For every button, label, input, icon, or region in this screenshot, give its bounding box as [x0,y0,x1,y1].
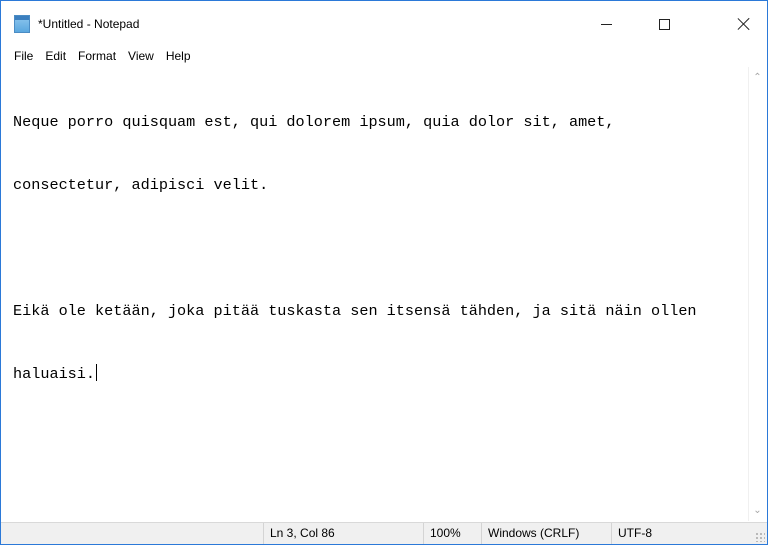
editor-line: consectetur, adipisci velit. [13,175,745,196]
menu-help[interactable]: Help [160,46,197,66]
menu-edit[interactable]: Edit [39,46,72,66]
editor-line-text: consectetur, adipisci velit. [13,176,269,194]
vertical-scrollbar[interactable]: ⌃ ⌄ [748,67,766,521]
scroll-up-icon[interactable]: ⌃ [749,69,766,86]
minimize-icon [600,23,612,25]
editor-line: Eikä ole ketään, joka pitää tuskasta sen… [13,301,745,322]
editor-line: haluaisi. [13,364,745,385]
notepad-icon [14,15,30,33]
editor-line-text: Neque porro quisquam est, qui dolorem ip… [13,113,615,131]
title-bar[interactable]: *Untitled - Notepad [1,1,767,45]
zoom-level: 100% [423,523,481,544]
editor-line-text: Eikä ole ketään, joka pitää tuskasta sen… [13,302,697,320]
maximize-button[interactable] [641,1,687,45]
text-caret [96,364,98,381]
editor-line: Neque porro quisquam est, qui dolorem ip… [13,112,745,133]
close-button[interactable] [721,1,767,45]
close-icon [737,17,751,31]
line-ending: Windows (CRLF) [481,523,611,544]
scroll-down-icon[interactable]: ⌄ [749,502,766,519]
menu-view[interactable]: View [122,46,160,66]
editor-line-text: haluaisi. [13,365,96,383]
menu-bar: File Edit Format View Help [1,46,767,66]
minimize-button[interactable] [583,1,629,45]
cursor-position: Ln 3, Col 86 [263,523,423,544]
window-title: *Untitled - Notepad [38,17,140,31]
encoding: UTF-8 [611,523,751,544]
menu-format[interactable]: Format [72,46,122,66]
resize-grip-icon[interactable] [755,532,765,542]
text-editor[interactable]: Neque porro quisquam est, qui dolorem ip… [4,67,745,521]
status-bar: Ln 3, Col 86 100% Windows (CRLF) UTF-8 [1,522,767,544]
notepad-window: *Untitled - Notepad File Edit Format Vie… [0,0,768,545]
menu-file[interactable]: File [8,46,39,66]
maximize-icon [658,18,670,30]
